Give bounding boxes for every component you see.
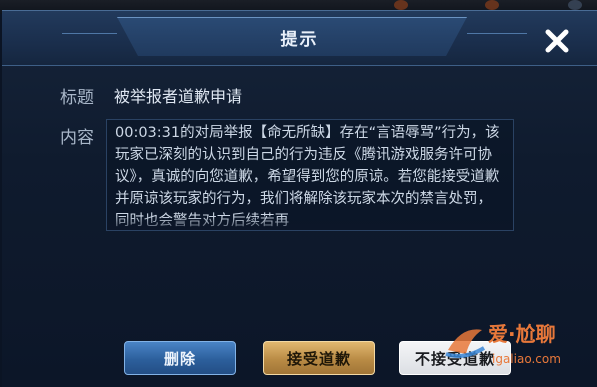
title-label: 标题 (60, 88, 94, 108)
content-scroll-area[interactable]: 00:03:31的对局举报【命无所缺】存在“言语辱骂”行为，该玩家已深刻的认识到… (106, 119, 514, 231)
close-button[interactable] (539, 23, 575, 59)
site-watermark: 爱·尬聊 igaliao.com (440, 310, 597, 386)
watermark-brand: 爱·尬聊 (488, 322, 556, 346)
content-label: 内容 (60, 128, 94, 148)
gold-coin-icon (394, 0, 408, 10)
content-fade (107, 216, 513, 230)
watermark-url: igaliao.com (492, 352, 561, 366)
diamond-icon (485, 0, 499, 10)
token-icon (568, 0, 582, 10)
accept-apology-button[interactable]: 接受道歉 (263, 341, 375, 375)
close-icon (545, 29, 569, 53)
watermark-logo-icon (445, 329, 486, 358)
delete-button[interactable]: 删除 (124, 341, 236, 375)
dialog-title: 提示 (280, 30, 319, 50)
content-text: 00:03:31的对局举报【命无所缺】存在“言语辱骂”行为，该玩家已深刻的认识到… (115, 125, 500, 229)
title-value: 被举报者道歉申请 (114, 87, 243, 106)
